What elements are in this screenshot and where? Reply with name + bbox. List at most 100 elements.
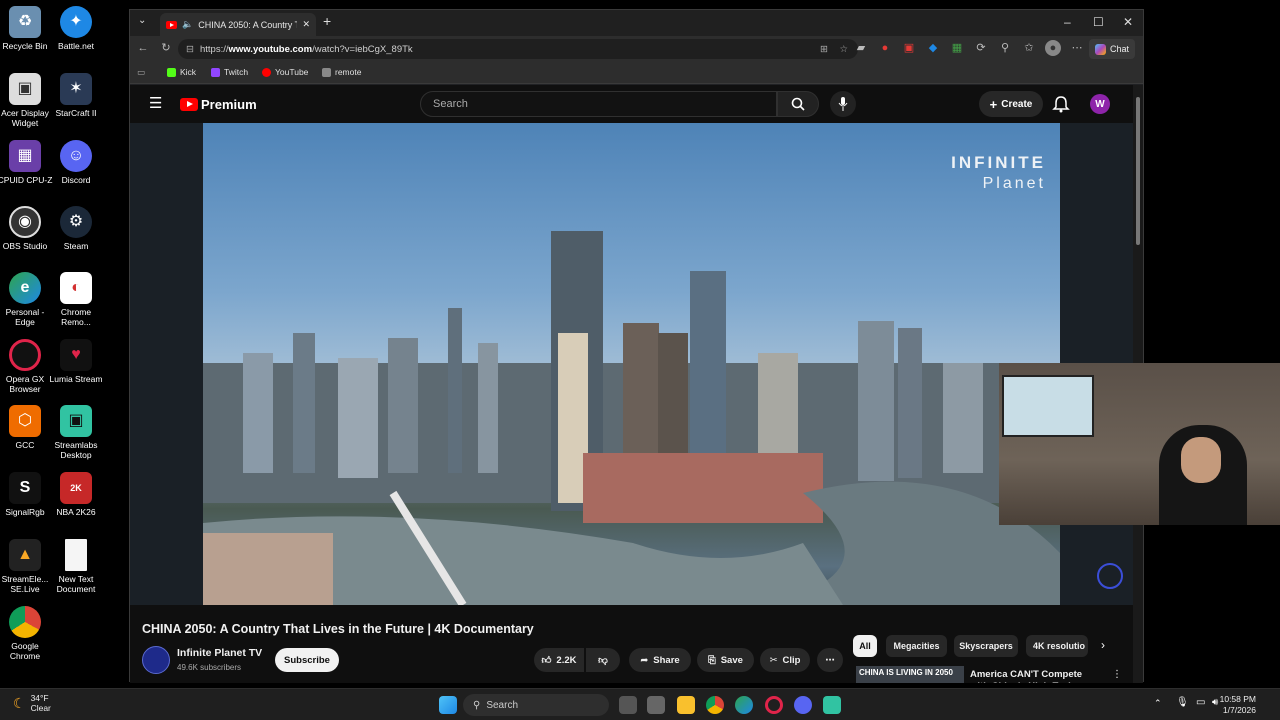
desktop-icon-streamelements[interactable]: ▲ StreamEle... SE.Live — [0, 539, 53, 594]
desktop-icon-opera-gx[interactable]: Opera GX Browser — [0, 339, 53, 394]
tray-mic-icon[interactable]: 🎙︎ — [1176, 697, 1189, 708]
more-actions-button[interactable]: ⋯ — [817, 648, 843, 672]
tray-display-icon[interactable]: ▭ — [1196, 697, 1205, 708]
desktop-icon-battlenet[interactable]: ✦ Battle.net — [48, 6, 104, 51]
desktop-icon-lumia[interactable]: ♥ Lumia Stream — [48, 339, 104, 384]
menu-icon[interactable]: ☰ — [149, 94, 162, 112]
close-window-icon[interactable]: ✕ — [1123, 15, 1133, 29]
recommended-title[interactable]: America CAN'T Compete with China's High-… — [970, 669, 1100, 683]
account-avatar[interactable]: W — [1090, 94, 1110, 114]
desktop-icon-starcraft[interactable]: ✶ StarCraft II — [48, 73, 104, 118]
speaker-icon[interactable]: 🔈 — [182, 19, 193, 30]
scrollbar-thumb[interactable] — [1136, 97, 1140, 245]
video-player[interactable]: INFINITE Planet — [130, 123, 1135, 605]
create-button[interactable]: + Create — [979, 91, 1043, 117]
bookmark-twitch[interactable]: Twitch — [211, 67, 248, 77]
watermark-line1: INFINITE — [951, 153, 1046, 172]
acer-widget-icon: ▣ — [9, 73, 41, 105]
site-info-icon[interactable]: ⊟ — [186, 44, 194, 55]
channel-watermark-globe-icon[interactable] — [1097, 563, 1123, 589]
share-button[interactable]: ➦ Share — [629, 648, 691, 672]
avatar-letter: W — [1095, 98, 1105, 110]
desktop-icon-streamlabs[interactable]: ▣ Streamlabs Desktop — [48, 405, 104, 460]
tab-list-icon[interactable]: ⌄ — [138, 15, 146, 26]
extension-icon[interactable]: ◆ — [925, 40, 941, 56]
desktop-icon-edge[interactable]: e Personal - Edge — [0, 272, 53, 327]
desktop-icon-discord[interactable]: ☺ Discord — [48, 140, 104, 185]
taskbar-search[interactable]: ⚲ Search — [463, 694, 609, 716]
edge-taskbar-icon[interactable] — [735, 696, 753, 714]
bookmark-youtube[interactable]: YouTube — [262, 67, 308, 77]
dislike-button[interactable]: 👎︎ — [586, 648, 620, 672]
rec-more-icon[interactable]: ⋮ — [1112, 669, 1122, 680]
tray-speaker-icon[interactable]: 🔊︎ — [1212, 697, 1218, 708]
widgets-icon[interactable] — [647, 696, 665, 714]
extensions-puzzle-icon[interactable]: ⚲ — [997, 40, 1013, 56]
minimize-icon[interactable]: – — [1064, 15, 1071, 29]
chip-all[interactable]: All — [853, 635, 877, 657]
save-label: Save — [720, 654, 743, 666]
clip-button[interactable]: ✂ Clip — [760, 648, 810, 672]
video-watermark: INFINITE Planet — [951, 153, 1046, 193]
tab-close-icon[interactable]: ✕ — [302, 19, 310, 30]
chrome-taskbar-icon[interactable] — [706, 696, 724, 714]
file-explorer-icon[interactable] — [677, 696, 695, 714]
like-button[interactable]: 👍︎ 2.2K — [534, 648, 584, 672]
weather-widget[interactable]: ☾ 34°F Clear — [13, 693, 51, 713]
voice-search-button[interactable] — [830, 91, 856, 117]
task-view-icon[interactable] — [619, 696, 637, 714]
chips-next-icon[interactable]: › — [1101, 638, 1105, 652]
bookmarks-icon[interactable]: ▭ — [137, 67, 145, 78]
channel-name[interactable]: Infinite Planet TV — [177, 647, 262, 659]
address-bar[interactable]: ⊟ https://www.youtube.com/watch?v=iebCgX… — [178, 39, 858, 59]
favorite-star-icon[interactable]: ☆ — [839, 44, 848, 55]
subscribe-button[interactable]: Subscribe — [275, 648, 339, 672]
notifications-bell-icon[interactable] — [1052, 95, 1070, 113]
recommended-thumbnail[interactable]: CHINA IS LIVING IN 2050 — [856, 666, 964, 683]
chip-4k[interactable]: 4K resolutio — [1026, 635, 1088, 657]
chip-megacities[interactable]: Megacities — [886, 635, 947, 657]
scissors-icon: ✂ — [769, 654, 778, 666]
discord-taskbar-icon[interactable] — [794, 696, 812, 714]
search-button[interactable] — [777, 91, 819, 117]
extension-icon[interactable]: ▦ — [949, 40, 965, 56]
start-windows-icon[interactable] — [439, 696, 457, 714]
copilot-chat-button[interactable]: Chat — [1088, 39, 1135, 59]
desktop-icon-cpuz[interactable]: ▦ CPUID CPU-Z — [0, 140, 53, 185]
desktop-icon-chrome-remote[interactable]: ◐ Chrome Remo... — [48, 272, 104, 327]
desktop-icon-steam[interactable]: ⚙ Steam — [48, 206, 104, 251]
channel-avatar[interactable] — [142, 646, 170, 674]
favorites-icon[interactable]: ✩ — [1021, 40, 1037, 56]
tray-chevron-icon[interactable]: ⌃ — [1154, 698, 1162, 709]
system-clock[interactable]: 10:58 PM 1/7/2026 — [1220, 694, 1256, 716]
opera-gx-taskbar-icon[interactable] — [765, 696, 783, 714]
desktop-icon-google-chrome[interactable]: Google Chrome — [0, 606, 53, 661]
streamlabs-taskbar-icon[interactable] — [823, 696, 841, 714]
save-button[interactable]: ⎘ Save — [697, 648, 754, 672]
refresh-extension-icon[interactable]: ⟳ — [973, 40, 989, 56]
desktop-icon-nba2k[interactable]: 2K NBA 2K26 — [48, 472, 104, 517]
search-input[interactable]: Search — [420, 91, 777, 117]
extension-icon[interactable]: ▣ — [901, 40, 917, 56]
youtube-logo[interactable]: Premium — [180, 97, 257, 112]
desktop-icon-obs[interactable]: ◉ OBS Studio — [0, 206, 53, 251]
more-menu-icon[interactable]: ⋯ — [1069, 40, 1085, 56]
app-available-icon[interactable]: ⊞ — [820, 44, 828, 55]
video-frame[interactable]: INFINITE Planet — [203, 123, 1060, 605]
desktop-icon-new-text-document[interactable]: New Text Document — [48, 539, 104, 594]
desktop-icon-acer-display-widget[interactable]: ▣ Acer Display Widget — [0, 73, 53, 128]
desktop-icon-signalrgb[interactable]: S SignalRgb — [0, 472, 53, 517]
back-icon[interactable]: ← — [135, 40, 151, 56]
extension-icon[interactable]: ● — [877, 40, 893, 56]
desktop-icon-recycle-bin[interactable]: ♻ Recycle Bin — [0, 6, 53, 51]
refresh-icon[interactable]: ↻ — [158, 40, 174, 56]
maximize-icon[interactable]: ☐ — [1093, 15, 1104, 29]
desktop-icon-gcc[interactable]: ⬡ GCC — [0, 405, 53, 450]
extension-icon[interactable]: ▰ — [853, 40, 869, 56]
bookmark-remote[interactable]: remote — [322, 67, 361, 77]
profile-icon[interactable]: ● — [1045, 40, 1061, 56]
tab-active[interactable]: 🔈 CHINA 2050: A Country That L ✕ — [160, 13, 316, 36]
chip-skyscrapers[interactable]: Skyscrapers — [954, 635, 1018, 657]
bookmark-kick[interactable]: Kick — [167, 67, 196, 77]
new-tab-icon[interactable]: + — [323, 13, 331, 29]
